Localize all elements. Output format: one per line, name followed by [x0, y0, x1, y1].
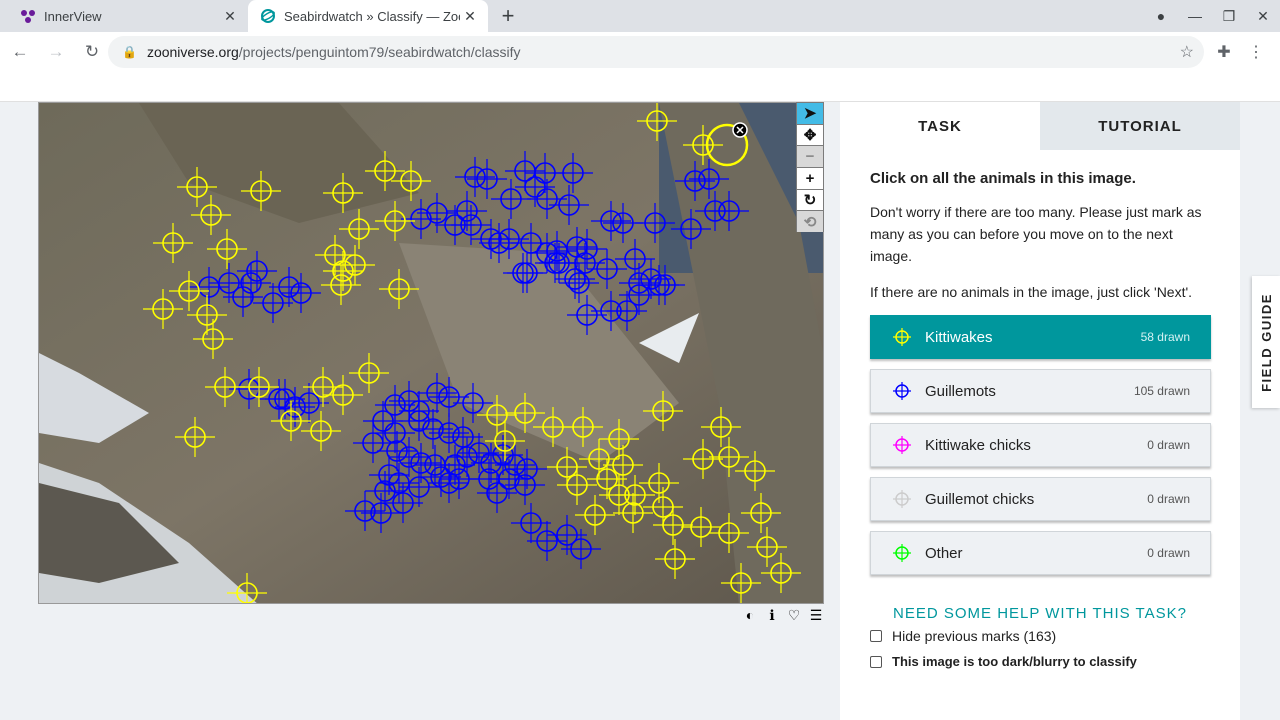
innerview-icon: [20, 8, 36, 24]
tool-count: 0 drawn: [1147, 438, 1190, 452]
move-icon[interactable]: ✥: [797, 124, 823, 146]
tool-count: 105 drawn: [1133, 384, 1190, 398]
menu-icon[interactable]: ⋮: [1240, 36, 1272, 68]
task-question: Click on all the animals in this image.: [870, 170, 1136, 187]
browser-toolbar: ← → ↻ 🔒 zooniverse.org/projects/penguint…: [0, 32, 1280, 72]
field-guide-tab[interactable]: FIELD GUIDE: [1252, 276, 1280, 408]
checkbox[interactable]: [870, 630, 882, 642]
tab-task[interactable]: TASK: [840, 102, 1040, 150]
field-guide-label: FIELD GUIDE: [1258, 292, 1274, 392]
tool-button[interactable]: Kittiwake chicks 0 drawn: [870, 423, 1211, 467]
tab-seabirdwatch[interactable]: Seabirdwatch » Classify — Zooni ✕: [248, 0, 488, 32]
profile-icon[interactable]: ●: [1144, 8, 1178, 24]
collections-icon[interactable]: ☰: [807, 606, 825, 624]
address-bar[interactable]: 🔒 zooniverse.org/projects/penguintom79/s…: [108, 36, 1204, 68]
too-dark-checkbox[interactable]: This image is too dark/blurry to classif…: [870, 654, 1210, 669]
minimize-icon[interactable]: —: [1178, 8, 1212, 24]
new-tab-button[interactable]: +: [496, 3, 520, 28]
classify-page: ➤ ✥ − + ↻ ⟲ ◐ ℹ ♡ ☰ TASK TUTORIAL Click …: [0, 102, 1280, 720]
back-button[interactable]: ←: [4, 36, 36, 68]
task-tabs: TASK TUTORIAL: [840, 102, 1240, 150]
tool-label: Other: [925, 544, 963, 562]
zoom-in-icon[interactable]: +: [797, 168, 823, 189]
hide-marks-checkbox[interactable]: Hide previous marks (163): [870, 628, 1210, 644]
restore-icon[interactable]: ❐: [1212, 8, 1246, 25]
tool-count: 58 drawn: [1140, 330, 1190, 344]
tab-title: Seabirdwatch » Classify — Zooni: [284, 8, 460, 24]
meta-tools: ◐ ℹ ♡ ☰: [741, 606, 825, 624]
task-instruction: Don't worry if there are too many. Pleas…: [870, 204, 1202, 264]
zoom-out-icon[interactable]: −: [797, 146, 823, 168]
close-window-icon[interactable]: ✕: [1246, 8, 1280, 25]
tool-label: Guillemot chicks: [925, 490, 1035, 508]
crosshair-icon: [893, 490, 911, 508]
too-dark-label: This image is too dark/blurry to classif…: [892, 654, 1137, 669]
bookmark-star-icon[interactable]: ☆: [1180, 42, 1194, 62]
crosshair-icon: [893, 382, 911, 400]
crosshair-icon: [893, 436, 911, 454]
lock-icon: 🔒: [122, 45, 137, 59]
tool-button[interactable]: Kittiwakes 58 drawn: [870, 315, 1211, 359]
window-controls: ● — ❐ ✕: [1144, 0, 1280, 32]
tab-tutorial[interactable]: TUTORIAL: [1040, 102, 1240, 150]
info-icon[interactable]: ℹ: [763, 606, 781, 624]
close-tab-icon[interactable]: ✕: [460, 6, 480, 26]
tool-list: Kittiwakes 58 drawn Guillemots 105 drawn Kit…: [870, 315, 1211, 575]
tab-title: InnerView: [44, 8, 102, 24]
url-host: zooniverse.org: [146, 44, 239, 60]
invert-icon[interactable]: ◐: [741, 606, 759, 624]
checkbox[interactable]: [870, 655, 882, 668]
tool-label: Kittiwake chicks: [925, 436, 1031, 454]
task-instruction: If there are no animals in the image, ju…: [870, 284, 1193, 300]
tab-innerview[interactable]: InnerView ✕: [8, 0, 248, 32]
tool-label: Kittiwakes: [925, 328, 993, 346]
tool-button[interactable]: Guillemot chicks 0 drawn: [870, 477, 1211, 521]
crosshair-icon: [893, 328, 911, 346]
tool-count: 0 drawn: [1147, 546, 1190, 560]
zooniverse-icon: [260, 8, 276, 24]
image-tool-bar: ➤ ✥ − + ↻ ⟲: [796, 102, 824, 233]
favorite-icon[interactable]: ♡: [785, 606, 803, 624]
reload-button[interactable]: ↻: [76, 36, 108, 68]
subject-image[interactable]: [38, 102, 824, 604]
tool-label: Guillemots: [925, 382, 996, 400]
browser-tab-bar: InnerView ✕ Seabirdwatch » Classify — Zo…: [0, 0, 1280, 32]
subject-photo[interactable]: [39, 103, 824, 604]
url-path: /projects/penguintom79/seabirdwatch/clas…: [238, 44, 521, 60]
pointer-icon[interactable]: ➤: [797, 103, 823, 124]
help-link[interactable]: NEED SOME HELP WITH THIS TASK?: [870, 605, 1210, 622]
close-tab-icon[interactable]: ✕: [220, 6, 240, 26]
tool-count: 0 drawn: [1147, 492, 1190, 506]
tool-button[interactable]: Guillemots 105 drawn: [870, 369, 1211, 413]
reset-icon[interactable]: ⟲: [797, 211, 823, 233]
tool-button[interactable]: Other 0 drawn: [870, 531, 1211, 575]
crosshair-icon: [893, 544, 911, 562]
task-panel: TASK TUTORIAL Click on all the animals i…: [840, 102, 1240, 720]
rotate-icon[interactable]: ↻: [797, 189, 823, 211]
extensions-icon[interactable]: ✚: [1208, 36, 1240, 68]
forward-button[interactable]: →: [40, 36, 72, 68]
hide-marks-label: Hide previous marks (163): [892, 628, 1057, 644]
